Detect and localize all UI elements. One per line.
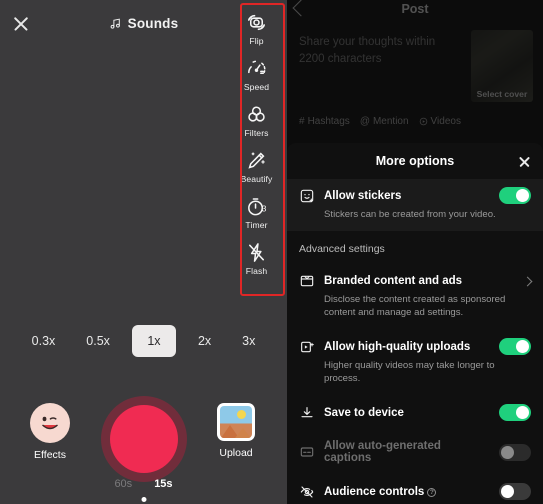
tool-label: Flip — [249, 36, 264, 46]
tool-label: Filters — [244, 128, 269, 138]
tool-flip[interactable]: Flip — [234, 11, 279, 46]
hashtags-button[interactable]: # Hashtags — [299, 116, 350, 127]
hq-upload-icon — [301, 341, 314, 352]
save-to-device-label: Save to device — [324, 406, 404, 419]
app-screenshot: Sounds Flip Speed Filters Beautify 3 Tim… — [0, 0, 543, 504]
page-indicator-dot — [141, 497, 146, 502]
tool-label: Flash — [245, 266, 268, 276]
speed-gauge-icon — [248, 60, 266, 75]
allow-stickers-toggle[interactable] — [499, 187, 531, 204]
tool-label: Speed — [243, 82, 270, 92]
captions-icon — [300, 447, 314, 457]
mention-button[interactable]: @ Mention — [360, 116, 409, 127]
speed-selector: 0.3x 0.5x 1x 2x 3x — [0, 325, 287, 357]
tool-speed[interactable]: Speed — [234, 57, 279, 92]
audience-controls-toggle[interactable] — [499, 483, 531, 500]
duration-selector: 60s 15s — [0, 478, 287, 490]
capture-bar: Effects Upload — [0, 396, 287, 482]
music-note-icon — [110, 18, 120, 29]
chevron-right-icon[interactable] — [522, 276, 533, 286]
branded-content-label: Branded content and ads — [324, 275, 463, 287]
audience-controls-label: Audience controls — [324, 485, 425, 498]
high-quality-uploads-subtitle: Higher quality videos may take longer to… — [324, 360, 495, 384]
effects-smiley-icon — [30, 403, 70, 443]
camera-screen: Sounds Flip Speed Filters Beautify 3 Tim… — [0, 0, 287, 504]
cover-thumbnail[interactable]: Select cover — [471, 30, 533, 102]
mountain-shape — [235, 428, 252, 438]
hashtag-icon: # — [299, 116, 305, 127]
timer-clock-icon: 3 — [248, 198, 267, 216]
speed-option-2x[interactable]: 2x — [189, 327, 220, 355]
tool-timer[interactable]: 3 Timer — [234, 195, 279, 230]
sun-shape — [236, 410, 246, 420]
svg-text:3: 3 — [262, 203, 267, 213]
upload-label: Upload — [219, 447, 253, 459]
eye-off-icon — [300, 485, 314, 498]
camera-tool-rail: Flip Speed Filters Beautify 3 Timer Flas… — [234, 3, 279, 284]
save-to-device-toggle[interactable] — [499, 404, 531, 421]
duration-option-15s[interactable]: 15s — [154, 478, 172, 490]
videos-button[interactable]: Videos — [419, 116, 461, 127]
hashtags-label: Hashtags — [307, 116, 350, 127]
record-inner-circle — [109, 405, 178, 473]
high-quality-uploads-row[interactable]: Allow high-quality uploads Higher qualit… — [287, 329, 543, 395]
page-title: Post — [401, 2, 429, 16]
effects-button[interactable]: Effects — [26, 403, 74, 461]
sounds-label: Sounds — [127, 16, 179, 31]
branded-content-icon — [300, 275, 314, 287]
tool-label: Timer — [245, 220, 268, 230]
upload-thumbnail — [217, 403, 255, 441]
flip-camera-icon — [248, 14, 265, 31]
duration-option-60s[interactable]: 60s — [114, 478, 132, 490]
tool-filters[interactable]: Filters — [234, 103, 279, 138]
post-screen: Post Share your thoughts within 2200 cha… — [287, 0, 543, 504]
tool-beautify[interactable]: Beautify — [234, 149, 279, 184]
at-mention-icon: @ — [359, 116, 370, 127]
auto-captions-toggle[interactable] — [499, 443, 531, 461]
speed-option-1x[interactable]: 1x — [131, 325, 176, 357]
allow-stickers-subtitle: Stickers can be created from your video. — [324, 209, 496, 220]
branded-content-row[interactable]: Branded content and ads Disclose the con… — [287, 264, 543, 329]
upload-button[interactable]: Upload — [211, 403, 261, 459]
select-cover-label: Select cover — [476, 89, 528, 99]
speed-option-05x[interactable]: 0.5x — [77, 327, 119, 355]
filters-circles-icon — [248, 106, 265, 122]
post-background-content: Post Share your thoughts within 2200 cha… — [287, 0, 543, 127]
caption-area: Share your thoughts within 2200 characte… — [287, 22, 543, 112]
audience-controls-row[interactable]: Audience controls? This video is limited… — [287, 474, 543, 504]
save-download-icon — [301, 406, 313, 417]
caption-input[interactable]: Share your thoughts within 2200 characte… — [299, 34, 459, 68]
auto-captions-row[interactable]: Allow auto-generated captions — [287, 431, 543, 474]
sheet-title: More options — [375, 154, 455, 168]
sheet-header: More options — [287, 143, 543, 179]
help-icon[interactable]: ? — [427, 487, 437, 497]
mention-label: Mention — [372, 116, 409, 127]
allow-stickers-row[interactable]: Allow stickers Stickers can be created f… — [287, 179, 543, 231]
videos-label: Videos — [430, 116, 461, 127]
effects-label: Effects — [34, 449, 66, 461]
post-header: Post — [287, 0, 543, 22]
save-to-device-row[interactable]: Save to device — [287, 395, 543, 431]
videos-icon — [419, 117, 427, 126]
high-quality-uploads-toggle[interactable] — [499, 338, 531, 355]
flash-off-icon — [249, 243, 264, 262]
branded-content-subtitle: Disclose the content created as sponsore… — [324, 294, 506, 318]
sticker-icon — [300, 189, 314, 202]
record-button[interactable] — [100, 396, 187, 482]
beautify-wand-icon — [248, 152, 265, 169]
auto-captions-label: Allow auto-generated captions — [324, 440, 441, 464]
tool-flash[interactable]: Flash — [234, 241, 279, 276]
caption-tools: # Hashtags @ Mention Videos — [287, 112, 543, 127]
allow-stickers-label: Allow stickers — [324, 189, 402, 202]
high-quality-uploads-label: Allow high-quality uploads — [324, 340, 471, 353]
speed-option-03x[interactable]: 0.3x — [23, 327, 65, 355]
advanced-settings-header: Advanced settings — [299, 243, 385, 255]
speed-option-3x[interactable]: 3x — [233, 327, 264, 355]
close-icon[interactable] — [518, 155, 531, 168]
tool-label: Beautify — [240, 174, 273, 184]
more-options-sheet: More options Allow stickers Stickers can… — [287, 143, 543, 504]
